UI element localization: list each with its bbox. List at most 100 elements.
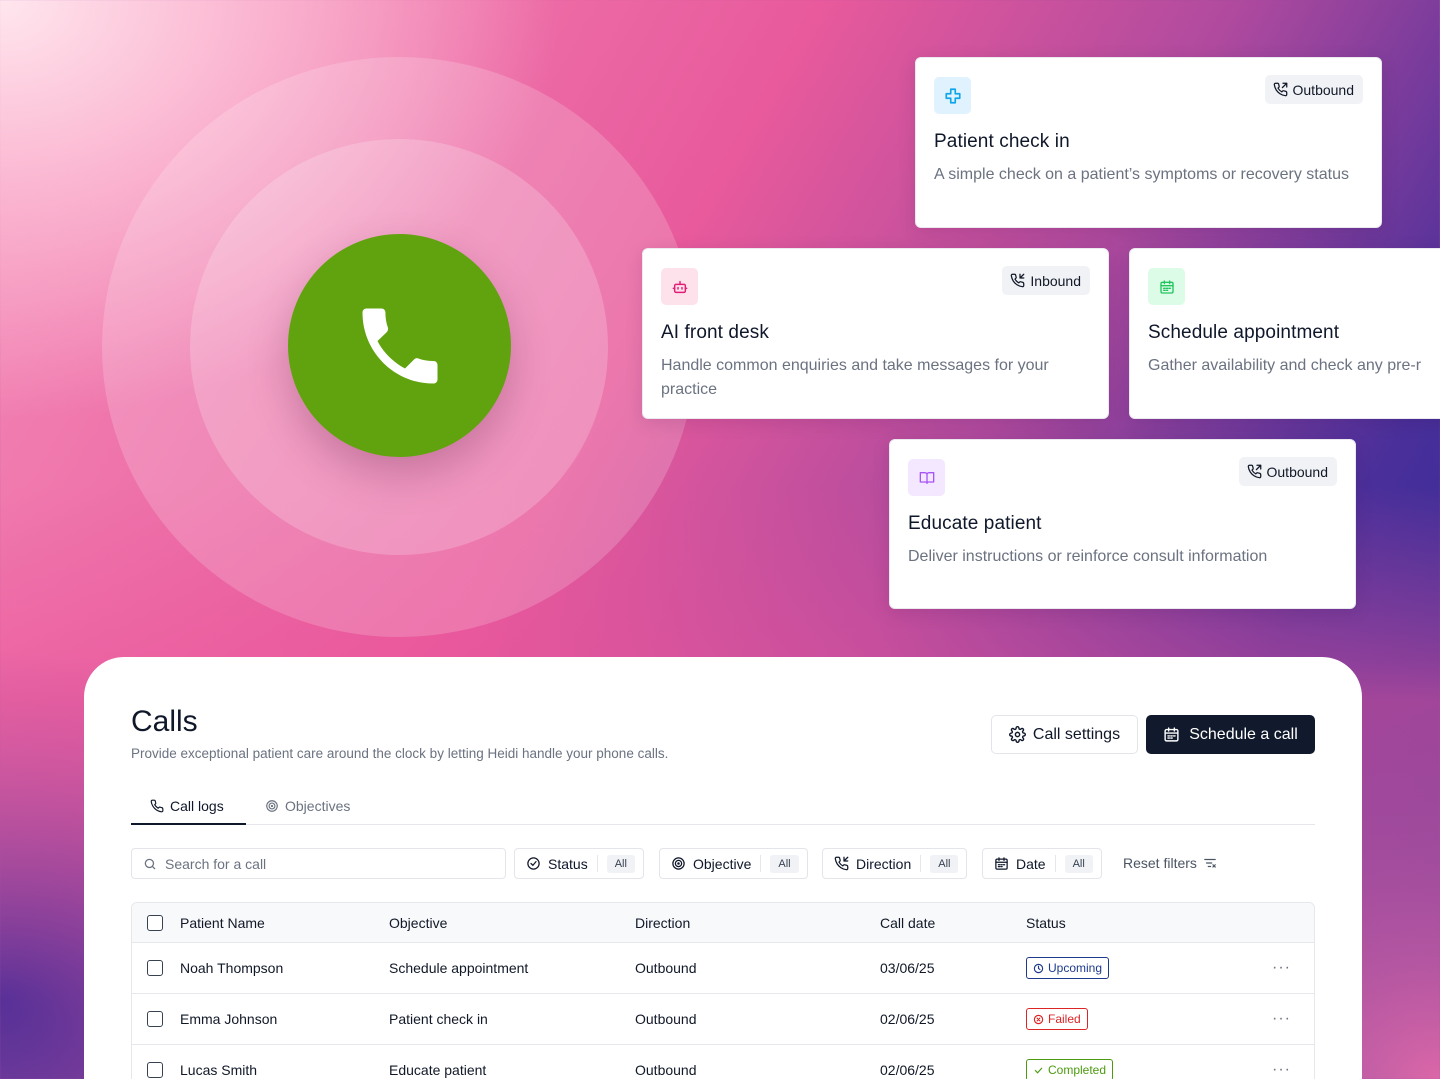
objective: Schedule appointment [389, 960, 529, 976]
patient-name: Lucas Smith [180, 1062, 258, 1078]
filter-value: All [606, 854, 635, 873]
direction-badge: Outbound [1238, 457, 1337, 486]
row-checkbox[interactable] [147, 1011, 163, 1027]
objective-card-schedule-appointment[interactable]: Schedule appointment Gather availability… [1129, 248, 1440, 419]
tab-call-logs[interactable]: Call logs [150, 798, 224, 814]
filter-value: All [1064, 854, 1093, 873]
search-placeholder: Search for a call [165, 855, 267, 872]
filter-label: Date [1016, 855, 1046, 872]
call-settings-label: Call settings [1032, 725, 1121, 743]
target-icon [672, 857, 685, 870]
reset-filters-button[interactable]: Reset filters [1123, 855, 1217, 871]
table-row[interactable]: Emma Johnson Patient check in Outbound 0… [132, 994, 1314, 1045]
tab-objectives[interactable]: Objectives [265, 798, 350, 814]
direction-label: Inbound [1030, 272, 1081, 289]
calendar-icon [1148, 268, 1185, 305]
row-actions-button[interactable]: ··· [1272, 1010, 1291, 1028]
status-badge: Failed [1026, 1008, 1088, 1030]
filter-objective[interactable]: Objective All [659, 848, 808, 879]
search-icon [144, 858, 156, 869]
objective-card-educate-patient[interactable]: Outbound Educate patient Deliver instruc… [889, 439, 1356, 609]
patient-name: Noah Thompson [180, 960, 284, 976]
direction: Outbound [635, 1011, 697, 1027]
phone-missed-icon [1033, 1014, 1044, 1024]
card-title: Patient check in [934, 131, 1070, 152]
card-title: AI front desk [661, 322, 769, 343]
schedule-call-button[interactable]: Schedule a call [1146, 715, 1315, 754]
phone-outgoing-icon [1273, 82, 1287, 97]
row-actions-button[interactable]: ··· [1272, 959, 1291, 977]
plus-icon [934, 77, 971, 114]
filter-status[interactable]: Status All [514, 848, 644, 879]
page-subtitle: Provide exceptional patient care around … [131, 746, 669, 761]
card-description: Gather availability and check any pre-r [1148, 357, 1422, 374]
direction: Outbound [635, 1062, 697, 1078]
page-title: Calls [131, 705, 198, 738]
filter-date[interactable]: Date All [982, 848, 1102, 879]
direction-label: Outbound [1292, 81, 1355, 98]
column-header[interactable]: Objective [389, 915, 447, 931]
table-row[interactable]: Noah Thompson Schedule appointment Outbo… [132, 943, 1314, 994]
filter-clear-icon [1204, 858, 1216, 868]
direction-label: Outbound [1266, 463, 1329, 480]
column-header[interactable]: Status [1026, 915, 1066, 931]
phone-outgoing-icon [1247, 464, 1261, 479]
phone-incoming-icon [1011, 273, 1025, 288]
column-header[interactable]: Call date [880, 915, 935, 931]
card-title: Educate patient [908, 513, 1042, 534]
reset-filters-label: Reset filters [1123, 855, 1197, 871]
tab-bar: Call logs Objectives [131, 790, 1315, 825]
schedule-call-label: Schedule a call [1189, 725, 1298, 743]
table-header: Patient Name Objective Direction Call da… [132, 903, 1314, 943]
check-icon [1034, 1067, 1043, 1074]
filter-label: Direction [856, 855, 912, 872]
phone-icon [150, 799, 164, 813]
patient-name: Emma Johnson [180, 1011, 278, 1027]
active-tab-indicator [131, 823, 246, 825]
column-header[interactable]: Patient Name [180, 915, 265, 931]
robot-icon [661, 268, 698, 305]
objective-card-patient-check-in[interactable]: Outbound Patient check in A simple check… [915, 57, 1382, 228]
row-checkbox[interactable] [147, 960, 163, 976]
search-input[interactable]: Search for a call [131, 848, 506, 879]
status-badge: Completed [1026, 1059, 1114, 1079]
phone-incoming-icon [834, 856, 849, 871]
status-badge: Upcoming [1026, 957, 1110, 979]
tab-label: Objectives [285, 798, 351, 814]
table-row[interactable]: Lucas Smith Educate patient Outbound 02/… [132, 1045, 1314, 1079]
row-actions-button[interactable]: ··· [1272, 1061, 1291, 1079]
filter-value: All [770, 854, 799, 873]
book-icon [908, 459, 945, 496]
calendar-icon [995, 857, 1008, 870]
call-date: 02/06/25 [880, 1011, 935, 1027]
card-description: Deliver instructions or reinforce consul… [908, 548, 1268, 565]
filter-label: Status [548, 855, 588, 872]
status-label: Failed [1048, 1012, 1081, 1026]
direction-badge: Inbound [1002, 266, 1090, 295]
direction-badge: Outbound [1264, 75, 1363, 104]
clock-icon [1033, 963, 1044, 973]
card-description: A simple check on a patient’s symptoms o… [934, 166, 1349, 183]
objective-card-ai-front-desk[interactable]: Inbound AI front desk Handle common enqu… [642, 248, 1109, 419]
filter-value: All [930, 854, 959, 873]
select-all-checkbox[interactable] [147, 914, 163, 931]
tab-label: Call logs [170, 798, 224, 814]
status-label: Completed [1048, 1063, 1107, 1077]
status-label: Upcoming [1048, 961, 1103, 975]
phone-icon [362, 308, 437, 383]
filter-label: Objective [693, 855, 752, 872]
direction: Outbound [635, 960, 697, 976]
check-circle-icon [527, 857, 540, 870]
filter-direction[interactable]: Direction All [822, 848, 968, 879]
calls-table: Patient Name Objective Direction Call da… [131, 902, 1315, 1079]
objective: Patient check in [389, 1011, 488, 1027]
gear-icon [1008, 726, 1026, 743]
call-settings-button[interactable]: Call settings [991, 715, 1138, 754]
column-header[interactable]: Direction [635, 915, 690, 931]
call-button[interactable] [288, 234, 511, 457]
row-checkbox[interactable] [147, 1062, 163, 1078]
card-description: Handle common enquiries and take message… [661, 357, 1049, 398]
card-title: Schedule appointment [1148, 322, 1340, 343]
target-icon [266, 800, 278, 812]
calls-panel: Calls Provide exceptional patient care a… [84, 657, 1362, 1079]
